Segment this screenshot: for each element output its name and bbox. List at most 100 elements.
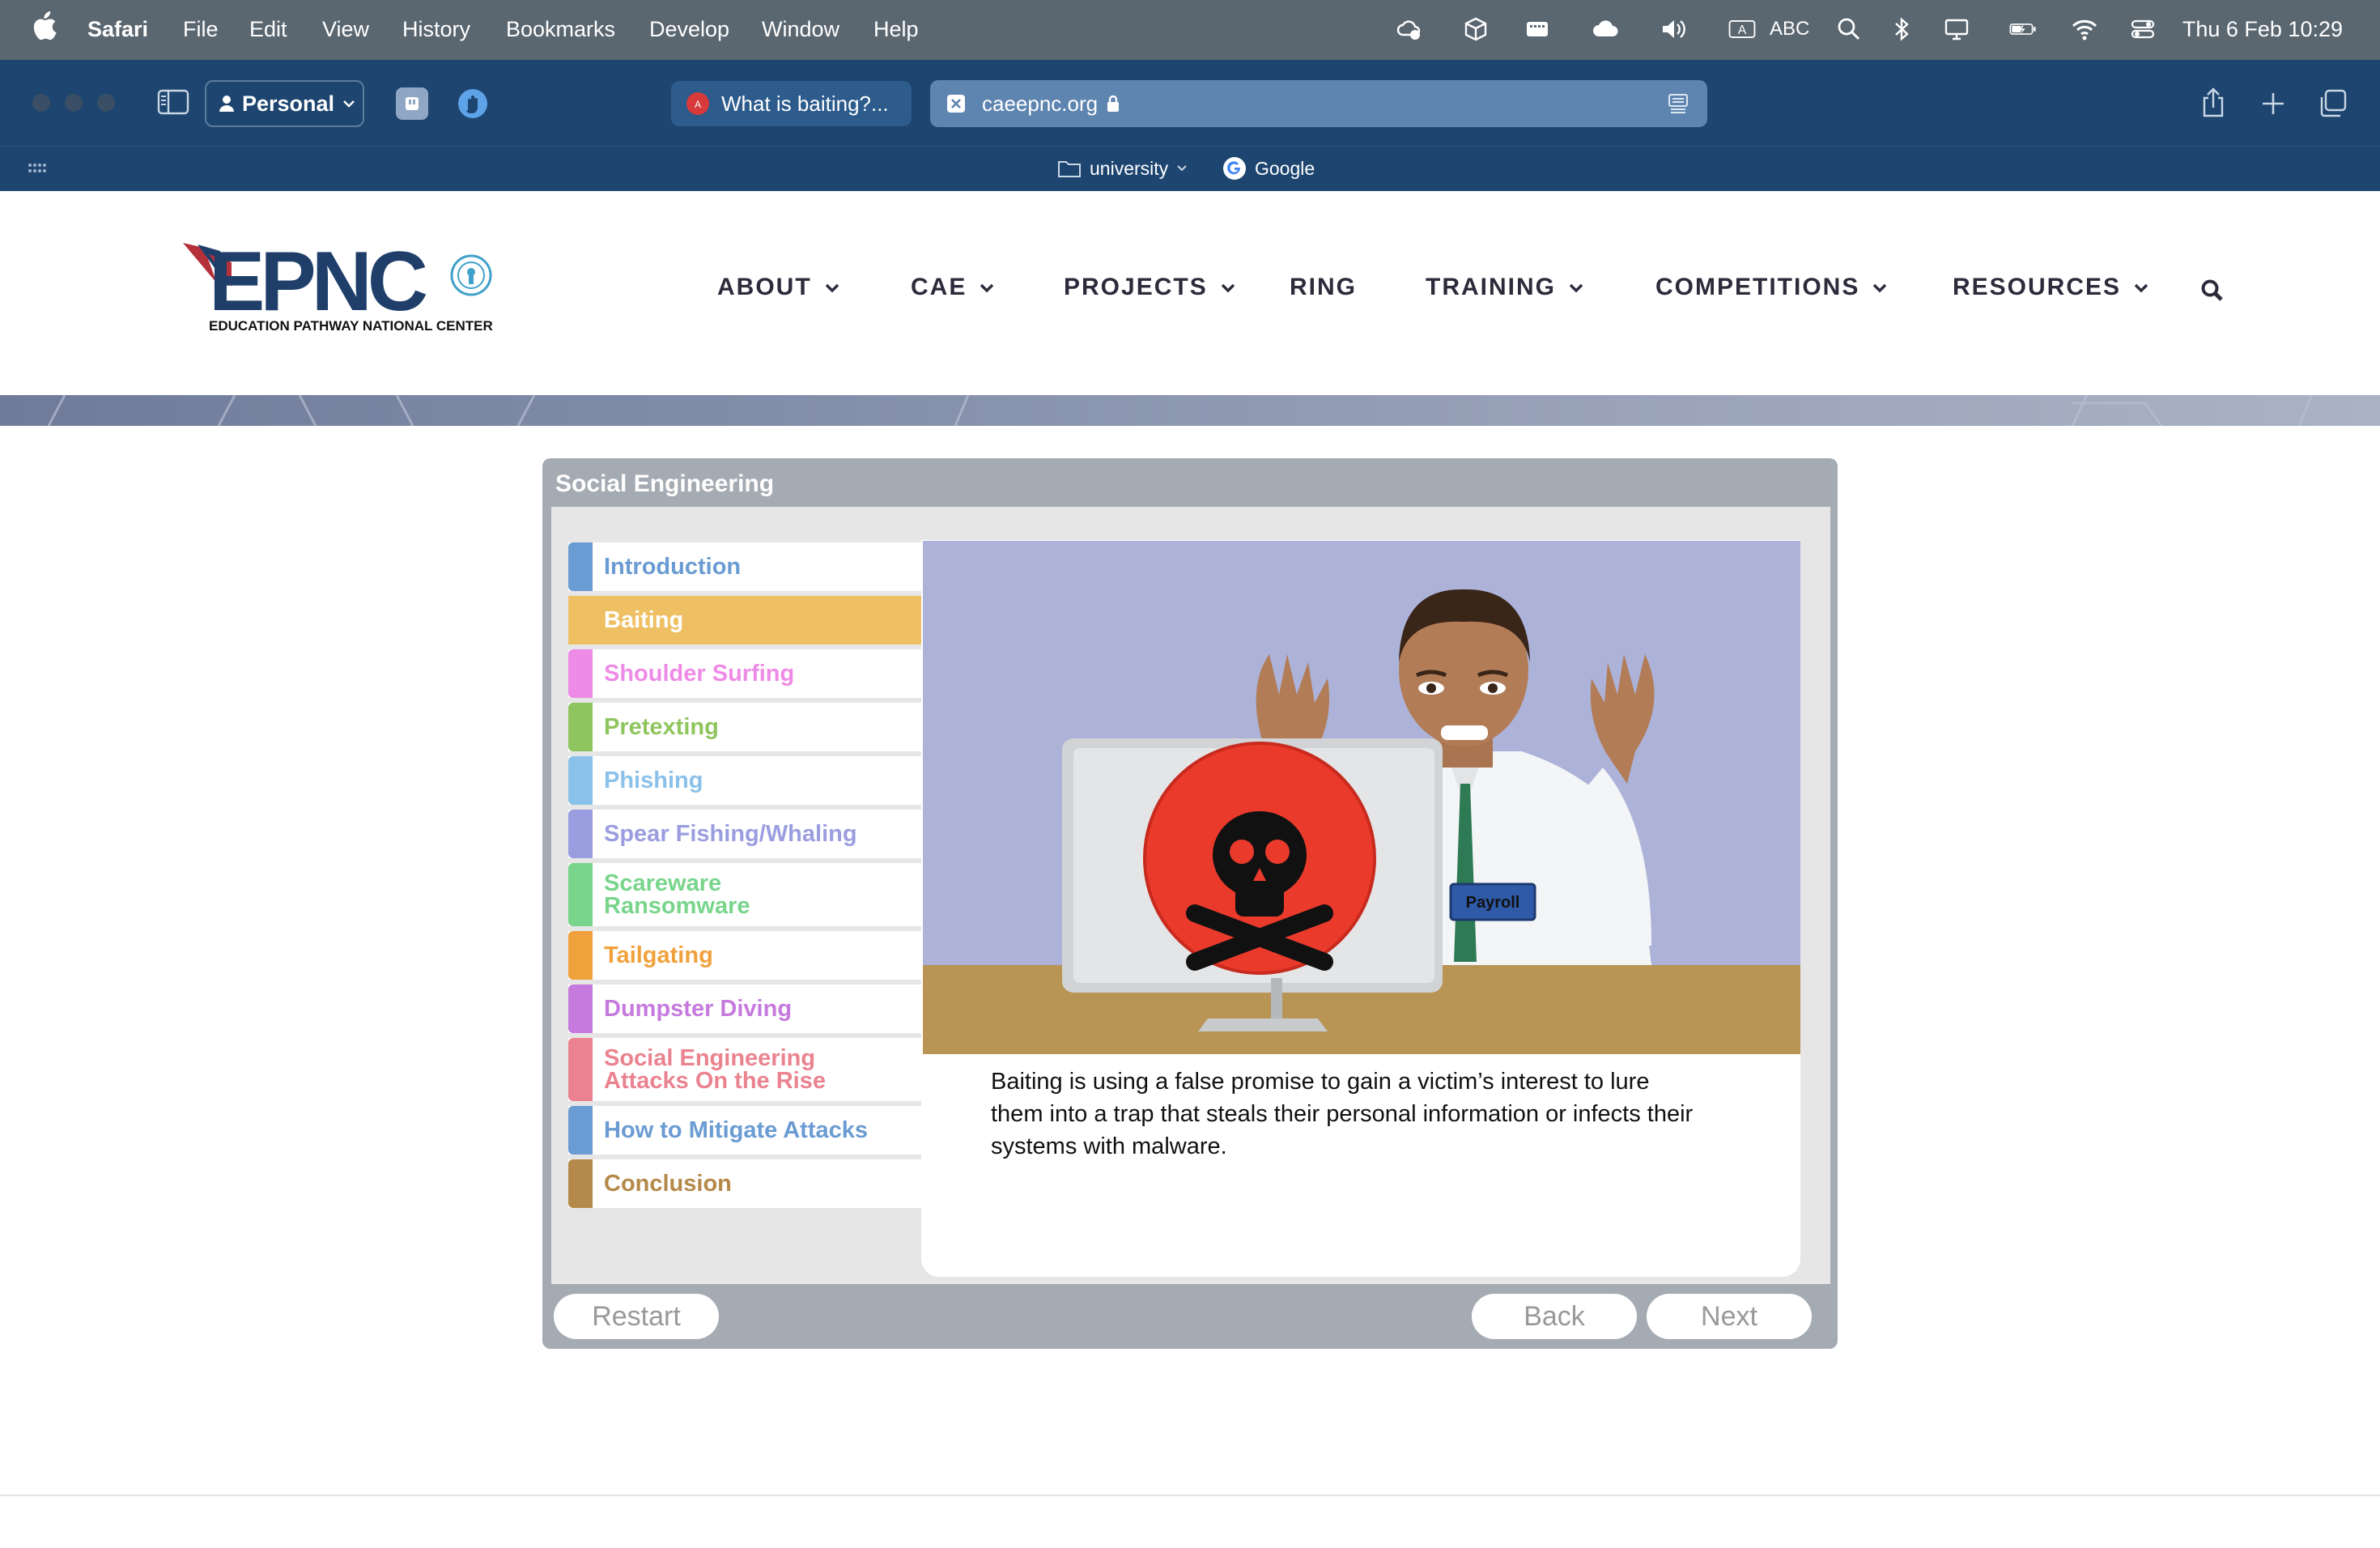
window-zoom-button[interactable] [97, 94, 115, 112]
bluetooth-icon[interactable] [1886, 15, 1917, 44]
nav-competitions[interactable]: COMPETITIONS [1655, 274, 1889, 301]
menu-item-dumpster-diving[interactable]: Dumpster Diving [568, 985, 921, 1033]
menu-color-swatch [568, 810, 593, 858]
menu-develop[interactable]: Develop [649, 15, 729, 44]
menu-color-swatch [568, 756, 593, 805]
menu-color-swatch [568, 649, 593, 698]
window-minimize-button[interactable] [65, 94, 83, 112]
hero-banner-strip [0, 394, 2380, 427]
chevron-down-icon [1569, 283, 1583, 293]
share-icon[interactable] [2195, 84, 2231, 121]
baiting-illustration: Payroll [923, 541, 1800, 1054]
chevron-down-icon [980, 283, 994, 293]
chevron-down-icon [2134, 283, 2148, 293]
address-url[interactable]: caeepnc.org [982, 91, 1098, 117]
epnc-logo[interactable]: EPNC EDUCATION PATHWAY NATIONAL CENTER [181, 230, 501, 335]
cloud-icon[interactable] [1590, 15, 1621, 44]
nav-cae[interactable]: CAE [911, 274, 996, 301]
spotlight-search-icon[interactable] [1834, 15, 1864, 44]
menu-file[interactable]: File [183, 15, 219, 44]
favorites-bar [0, 146, 2380, 191]
nav-about[interactable]: ABOUT [717, 274, 841, 301]
nav-label: TRAINING [1426, 274, 1556, 300]
menu-item-scareware[interactable]: Scareware Ransomware [568, 863, 921, 926]
extension-icon[interactable] [396, 87, 428, 120]
menu-item-spear-fishing[interactable]: Spear Fishing/Whaling [568, 810, 921, 858]
nav-label: PROJECTS [1064, 274, 1208, 300]
menu-item-shoulder-surfing[interactable]: Shoulder Surfing [568, 649, 921, 698]
next-button[interactable]: Next [1647, 1294, 1812, 1339]
menubar-clock[interactable]: Thu 6 Feb 10:29 [2182, 15, 2343, 44]
menu-item-mitigate-attacks[interactable]: How to Mitigate Attacks [568, 1106, 921, 1155]
menu-item-label: Spear Fishing/Whaling [604, 821, 857, 847]
cloud-sync-icon[interactable] [1394, 15, 1425, 44]
svg-text:A: A [1738, 23, 1747, 37]
apps-grid-icon[interactable] [26, 159, 49, 180]
display-icon[interactable] [1941, 15, 1972, 44]
logo-wordmark: EPNC [209, 235, 427, 329]
lock-icon [1107, 95, 1120, 112]
menu-item-label: Phishing [604, 768, 703, 793]
input-source-label[interactable]: ABC [1770, 15, 1809, 44]
menu-item-tailgating[interactable]: Tailgating [568, 931, 921, 980]
menu-edit[interactable]: Edit [249, 15, 287, 44]
app-menu-safari[interactable]: Safari [87, 15, 148, 44]
back-button[interactable]: Back [1472, 1294, 1637, 1339]
wifi-icon[interactable] [2069, 15, 2100, 44]
battery-icon[interactable] [2003, 15, 2043, 44]
site-search-icon[interactable] [2199, 277, 2226, 304]
keyboard-icon[interactable] [1522, 15, 1553, 44]
favorite-google[interactable]: Google [1222, 154, 1315, 183]
tab-active-address-bar[interactable]: caeepnc.org [930, 80, 1707, 127]
payroll-badge-label: Payroll [1466, 894, 1520, 912]
menu-help[interactable]: Help [873, 15, 919, 44]
close-tab-icon[interactable] [946, 94, 966, 113]
menu-item-phishing[interactable]: Phishing [568, 756, 921, 805]
sidebar-toggle-icon[interactable] [155, 86, 191, 118]
menu-item-label: Shoulder Surfing [604, 661, 795, 687]
menu-view[interactable]: View [322, 15, 369, 44]
tab-what-is-baiting[interactable]: A What is baiting?... [671, 81, 912, 126]
menu-item-label: Social Engineering Attacks On the Rise [604, 1045, 826, 1094]
volume-icon[interactable] [1658, 15, 1689, 44]
site-favicon-icon: A [686, 92, 709, 115]
box-icon[interactable] [1460, 15, 1491, 44]
reader-view-icon[interactable] [1667, 93, 1689, 114]
nav-projects[interactable]: PROJECTS [1064, 274, 1237, 301]
chevron-down-icon [1873, 283, 1887, 293]
logo-subtitle: EDUCATION PATHWAY NATIONAL CENTER [209, 318, 493, 334]
new-tab-icon[interactable] [2255, 86, 2291, 121]
menu-history[interactable]: History [402, 15, 470, 44]
menu-item-baiting[interactable]: Baiting [568, 596, 921, 644]
apple-logo-icon[interactable] [32, 11, 57, 40]
menu-item-introduction[interactable]: Introduction [568, 542, 921, 591]
menu-item-conclusion[interactable]: Conclusion [568, 1159, 921, 1208]
chevron-down-icon [1221, 283, 1235, 293]
menu-item-label: Scareware Ransomware [604, 870, 750, 919]
menu-window[interactable]: Window [762, 15, 839, 44]
menu-item-attacks-on-the-rise[interactable]: Social Engineering Attacks On the Rise [568, 1038, 921, 1101]
svg-text:A: A [695, 99, 701, 110]
control-center-icon[interactable] [2127, 15, 2158, 44]
chevron-down-icon [825, 283, 839, 293]
menu-item-pretexting[interactable]: Pretexting [568, 703, 921, 751]
window-close-button[interactable] [32, 94, 50, 112]
profile-selector[interactable]: Personal [205, 80, 364, 127]
nav-resources[interactable]: RESOURCES [1953, 274, 2150, 301]
menu-item-label: Conclusion [604, 1171, 732, 1197]
menu-color-swatch [568, 703, 593, 751]
privacy-hand-icon[interactable] [455, 86, 491, 121]
nav-training[interactable]: TRAINING [1426, 274, 1585, 301]
menu-bookmarks[interactable]: Bookmarks [506, 15, 615, 44]
menu-color-swatch [568, 596, 593, 644]
nav-ring[interactable]: RING [1290, 274, 1357, 301]
favorite-folder-university[interactable]: university [1057, 154, 1188, 183]
tab-overview-icon[interactable] [2315, 86, 2351, 121]
restart-button[interactable]: Restart [554, 1294, 719, 1339]
input-source-icon[interactable]: A [1724, 15, 1760, 44]
menu-item-label: Introduction [604, 554, 742, 580]
menu-item-label: Pretexting [604, 714, 719, 740]
nav-label: CAE [911, 274, 967, 300]
menu-item-label: Tailgating [604, 942, 713, 968]
page-divider [0, 1495, 2380, 1496]
